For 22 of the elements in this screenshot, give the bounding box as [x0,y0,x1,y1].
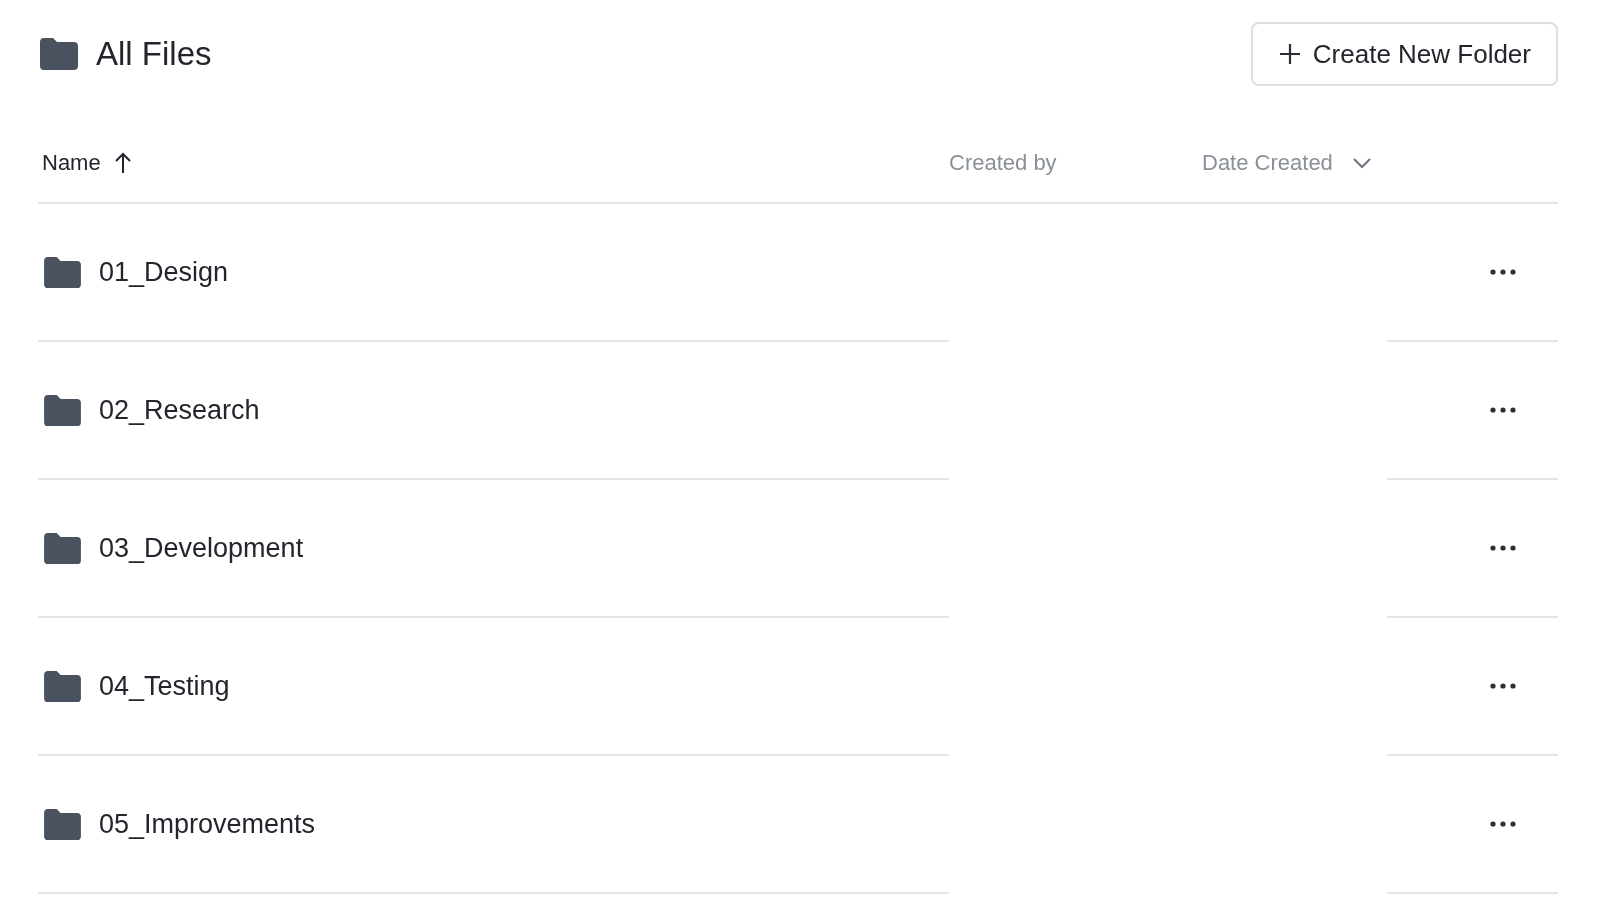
more-options-icon[interactable] [1490,545,1516,551]
folder-name[interactable]: 02_Research [99,394,260,426]
folder-icon [44,808,81,840]
more-options-icon[interactable] [1490,683,1516,689]
folder-name[interactable]: 05_Improvements [99,808,316,840]
more-options-icon[interactable] [1490,269,1516,275]
folder-icon [44,670,81,702]
folder-name[interactable]: 01_Design [99,256,229,288]
folder-icon [44,394,81,426]
more-options-icon[interactable] [1490,821,1516,827]
create-folder-button[interactable]: Create New Folder [1250,22,1558,86]
up-arrow-icon[interactable] [114,152,131,174]
folder-icon [44,256,81,288]
plus-icon [1278,43,1301,65]
folder-name[interactable]: 04_Testing [99,670,230,702]
column-header[interactable]: Name [42,150,101,176]
folder-icon [40,38,78,70]
folder-icon [44,532,81,564]
page-title: All Files [96,35,212,73]
more-options-icon[interactable] [1490,407,1516,413]
chevron-down-icon[interactable] [1352,157,1371,169]
folder-name[interactable]: 03_Development [99,532,304,564]
